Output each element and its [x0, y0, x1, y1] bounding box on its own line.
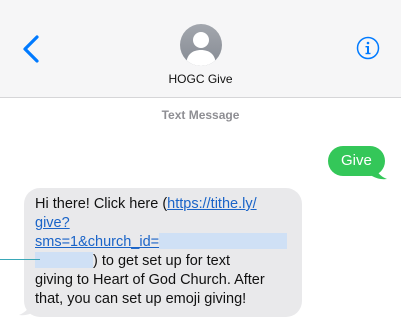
tithely-link-cont[interactable]: give? — [35, 215, 70, 231]
chevron-left-icon[interactable] — [20, 34, 44, 64]
messages-screen: HOGC Give Text Message Give Hi there! Cl… — [0, 0, 401, 323]
thread-type-label: Text Message — [161, 108, 240, 122]
message-text: giving to Heart of God Church. After — [35, 272, 265, 288]
info-icon[interactable] — [356, 36, 380, 60]
redacted-church-id-cont — [35, 252, 93, 268]
contact-avatar[interactable] — [180, 24, 222, 66]
message-text: that, you can set up emoji giving! — [35, 291, 247, 307]
received-message-bubble[interactable]: Hi there! Click here (https://tithe.ly/ … — [24, 188, 302, 317]
annotation-line — [0, 259, 40, 260]
person-icon — [186, 32, 216, 66]
contact-name[interactable]: HOGC Give — [0, 72, 401, 86]
conversation-header: HOGC Give — [0, 0, 401, 98]
sent-message-bubble[interactable]: Give — [328, 146, 385, 176]
tithely-link[interactable]: https://tithe.ly/ — [167, 196, 256, 212]
redacted-church-id — [159, 233, 288, 249]
message-text: Hi there! Click here ( — [35, 196, 168, 212]
message-text: ) to get set up for text — [93, 253, 231, 269]
tithely-link-query[interactable]: sms=1&church_id= — [35, 234, 159, 250]
